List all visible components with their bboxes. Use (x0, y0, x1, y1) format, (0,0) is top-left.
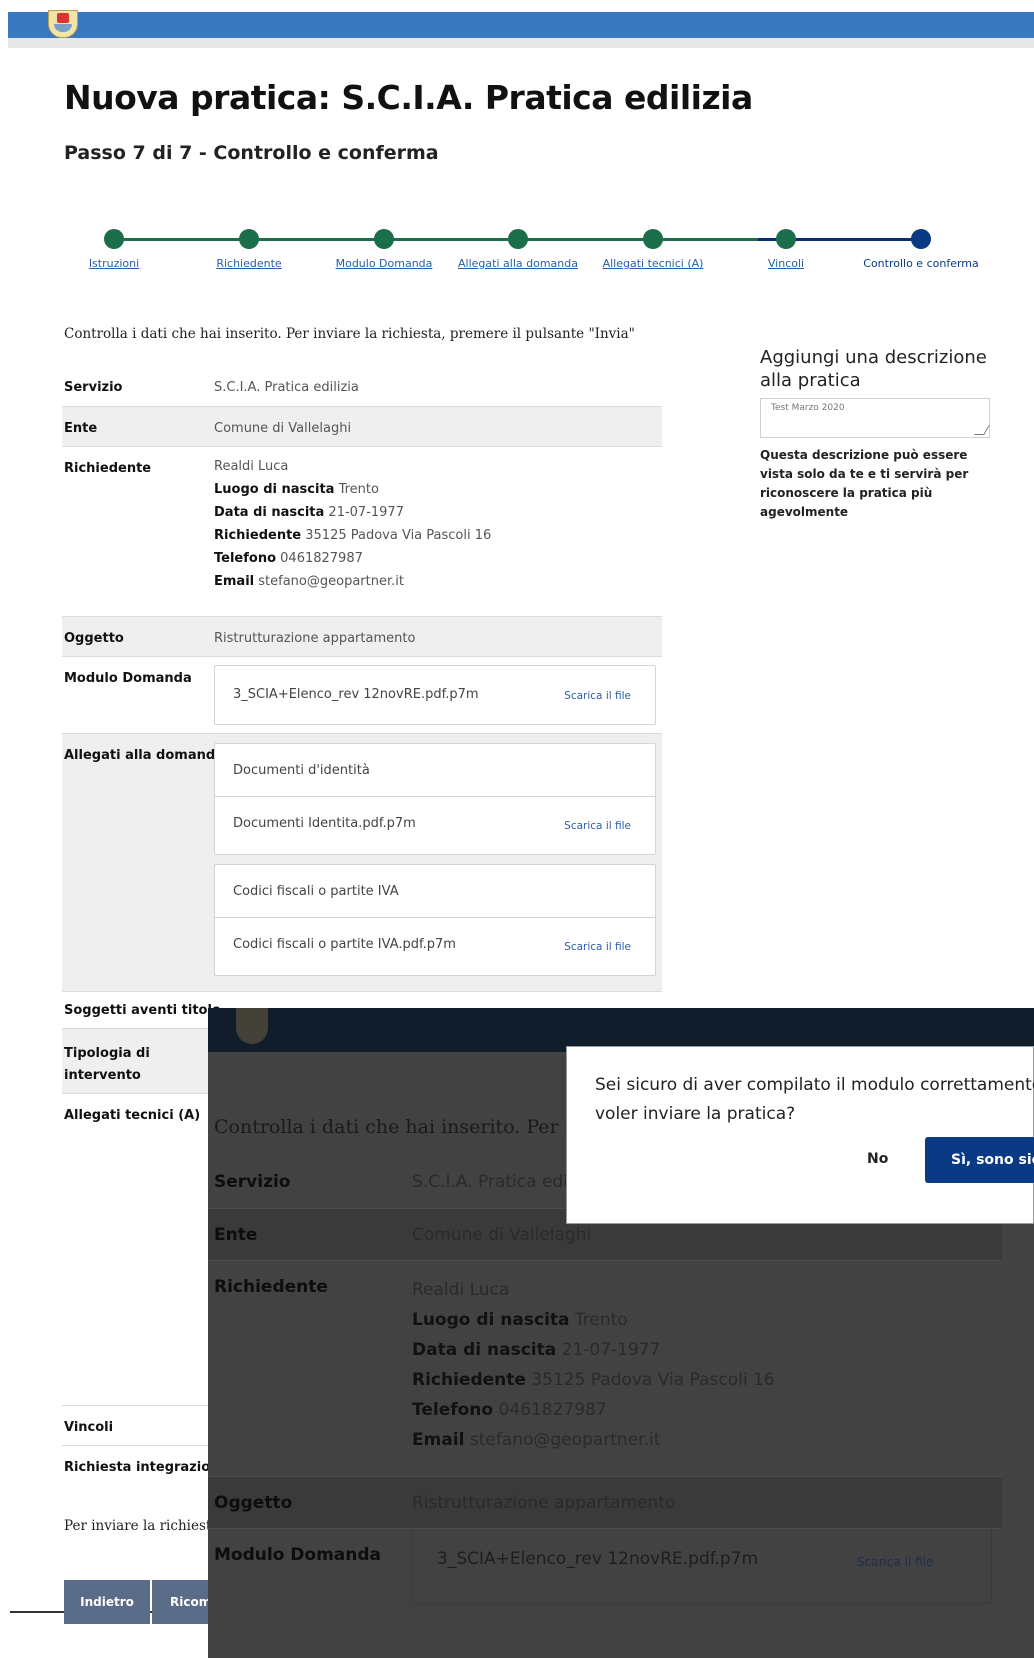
description-panel-title: Aggiungi una descrizione alla pratica (760, 347, 987, 391)
richiedente-data-nascita: Data di nascita 21-07-1977 (214, 505, 404, 520)
attachment-card: Codici fiscali o partite IVA Codici fisc… (214, 864, 656, 976)
backdrop-intro-text: Controlla i dati che hai inserito. Per i… (214, 1116, 594, 1138)
attachment-title: Codici fiscali o partite IVA (233, 884, 399, 899)
top-bar-shadow (8, 38, 1034, 48)
summary-label: Soggetti aventi titolo (64, 1003, 221, 1018)
page-title: Nuova pratica: S.C.I.A. Pratica edilizia (64, 78, 753, 117)
step-label-controllo: Controllo e conferma (863, 257, 979, 270)
backdrop-value: S.C.I.A. Pratica ediliz (412, 1172, 587, 1192)
back-button[interactable]: Indietro (64, 1580, 150, 1624)
backdrop-label: Ente (214, 1225, 258, 1245)
municipality-logo-icon (236, 1008, 268, 1044)
summary-row-modulo-domanda: Modulo Domanda 3_SCIA+Elenco_rev 12novRE… (62, 656, 662, 733)
step-dot-modulo-domanda[interactable] (374, 229, 394, 249)
summary-row-richiedente: Richiedente Realdi Luca Luogo di nascita… (62, 446, 662, 616)
top-bar (8, 12, 1034, 38)
confirm-no-button[interactable]: No (867, 1151, 888, 1167)
file-name: Documenti Identita.pdf.p7m (233, 816, 416, 831)
richiedente-telefono: Telefono 0461827987 (214, 551, 363, 566)
submit-instructions: Per inviare la richiest (64, 1518, 212, 1534)
restart-button[interactable]: Ricom (152, 1580, 212, 1624)
file-card: 3_SCIA+Elenco_rev 12novRE.pdf.p7m Scaric… (214, 665, 656, 725)
summary-label: Oggetto (64, 631, 124, 646)
backdrop-file-card: 3_SCIA+Elenco_rev 12novRE.pdf.p7m Scaric… (412, 1520, 992, 1604)
step-link-allegati-tecnici[interactable]: Allegati tecnici (A) (603, 257, 704, 270)
summary-row-ente: Ente Comune di Vallelaghi (62, 406, 662, 446)
summary-value: Comune di Vallelaghi (214, 421, 352, 436)
summary-label: Ente (64, 421, 98, 436)
summary-row-servizio: Servizio S.C.I.A. Pratica edilizia (62, 366, 662, 406)
step-dot-vincoli[interactable] (776, 229, 796, 249)
backdrop-download-link: Scarica il file (857, 1555, 934, 1569)
summary-label: Allegati tecnici (A) (64, 1108, 201, 1123)
confirm-yes-button[interactable]: Sì, sono sic (925, 1137, 1034, 1183)
richiedente-name: Realdi Luca (214, 459, 289, 474)
backdrop-label: Modulo Domanda (214, 1545, 382, 1565)
backdrop-file-name: 3_SCIA+Elenco_rev 12novRE.pdf.p7m (437, 1549, 759, 1569)
download-link[interactable]: Scarica il file (564, 820, 631, 832)
richiedente-email: Email stefano@geopartner.it (214, 574, 404, 589)
backdrop-richiedente-details: Realdi Luca Luogo di nascita Trento Data… (412, 1280, 775, 1450)
attachment-title: Documenti d'identità (233, 763, 370, 778)
resize-handle-icon[interactable] (974, 425, 990, 435)
step-link-istruzioni[interactable]: Istruzioni (89, 257, 139, 270)
backdrop-label: Servizio (214, 1172, 291, 1192)
backdrop-value: Ristrutturazione appartamento (412, 1493, 676, 1513)
backdrop-label: Richiedente (214, 1277, 328, 1297)
step-dot-istruzioni[interactable] (104, 229, 124, 249)
divider (215, 917, 655, 918)
step-link-vincoli[interactable]: Vincoli (768, 257, 804, 270)
summary-label: Allegati alla domanda (64, 748, 224, 763)
richiedente-luogo: Luogo di nascita Trento (214, 482, 379, 497)
summary-label: Richiedente (64, 461, 152, 476)
summary-row-oggetto: Oggetto Ristrutturazione appartamento (62, 616, 662, 656)
summary-label: Modulo Domanda (64, 671, 192, 686)
description-hint: Questa descrizione può essere vista solo… (760, 448, 969, 519)
confirm-dialog: Sei sicuro di aver compilato il modulo c… (566, 1046, 1034, 1224)
step-dot-controllo (911, 229, 931, 249)
description-textarea[interactable]: Test Marzo 2020 (760, 398, 990, 438)
backdrop-value: Comune di Vallelaghi (412, 1225, 592, 1245)
richiedente-indirizzo: Richiedente 35125 Padova Via Pascoli 16 (214, 528, 492, 543)
step-link-richiedente[interactable]: Richiedente (216, 257, 281, 270)
backdrop-label: Oggetto (214, 1493, 293, 1513)
confirm-question: Sei sicuro di aver compilato il modulo c… (595, 1075, 1034, 1124)
summary-value: S.C.I.A. Pratica edilizia (214, 380, 359, 395)
step-dot-allegati-domanda[interactable] (508, 229, 528, 249)
attachment-card: Documenti d'identità Documenti Identita.… (214, 743, 656, 855)
summary-label: Richiesta integrazioni (64, 1460, 224, 1475)
step-link-modulo-domanda[interactable]: Modulo Domanda (336, 257, 433, 270)
summary-label: Servizio (64, 380, 123, 395)
download-link[interactable]: Scarica il file (564, 941, 631, 953)
file-name: Codici fiscali o partite IVA.pdf.p7m (233, 937, 456, 952)
step-link-allegati-domanda[interactable]: Allegati alla domanda (458, 257, 578, 270)
summary-label: Vincoli (64, 1420, 114, 1435)
description-value: Test Marzo 2020 (771, 403, 845, 413)
backdrop-row-richiedente: Richiedente Realdi Luca Luogo di nascita… (208, 1260, 1002, 1476)
summary-label: Tipologia di intervento (64, 1046, 150, 1083)
municipality-logo-icon[interactable] (48, 10, 78, 38)
divider (215, 796, 655, 797)
richiedente-details: Realdi Luca Luogo di nascita Trento Data… (214, 455, 491, 593)
summary-row-allegati-domanda: Allegati alla domanda Documenti d'identi… (62, 733, 662, 991)
summary-value: Ristrutturazione appartamento (214, 631, 416, 646)
intro-text: Controlla i dati che hai inserito. Per i… (64, 326, 635, 342)
download-link[interactable]: Scarica il file (564, 690, 631, 702)
file-name: 3_SCIA+Elenco_rev 12novRE.pdf.p7m (233, 687, 479, 702)
page-subtitle: Passo 7 di 7 - Controllo e conferma (64, 142, 439, 164)
step-dot-richiedente[interactable] (239, 229, 259, 249)
step-dot-allegati-tecnici[interactable] (643, 229, 663, 249)
